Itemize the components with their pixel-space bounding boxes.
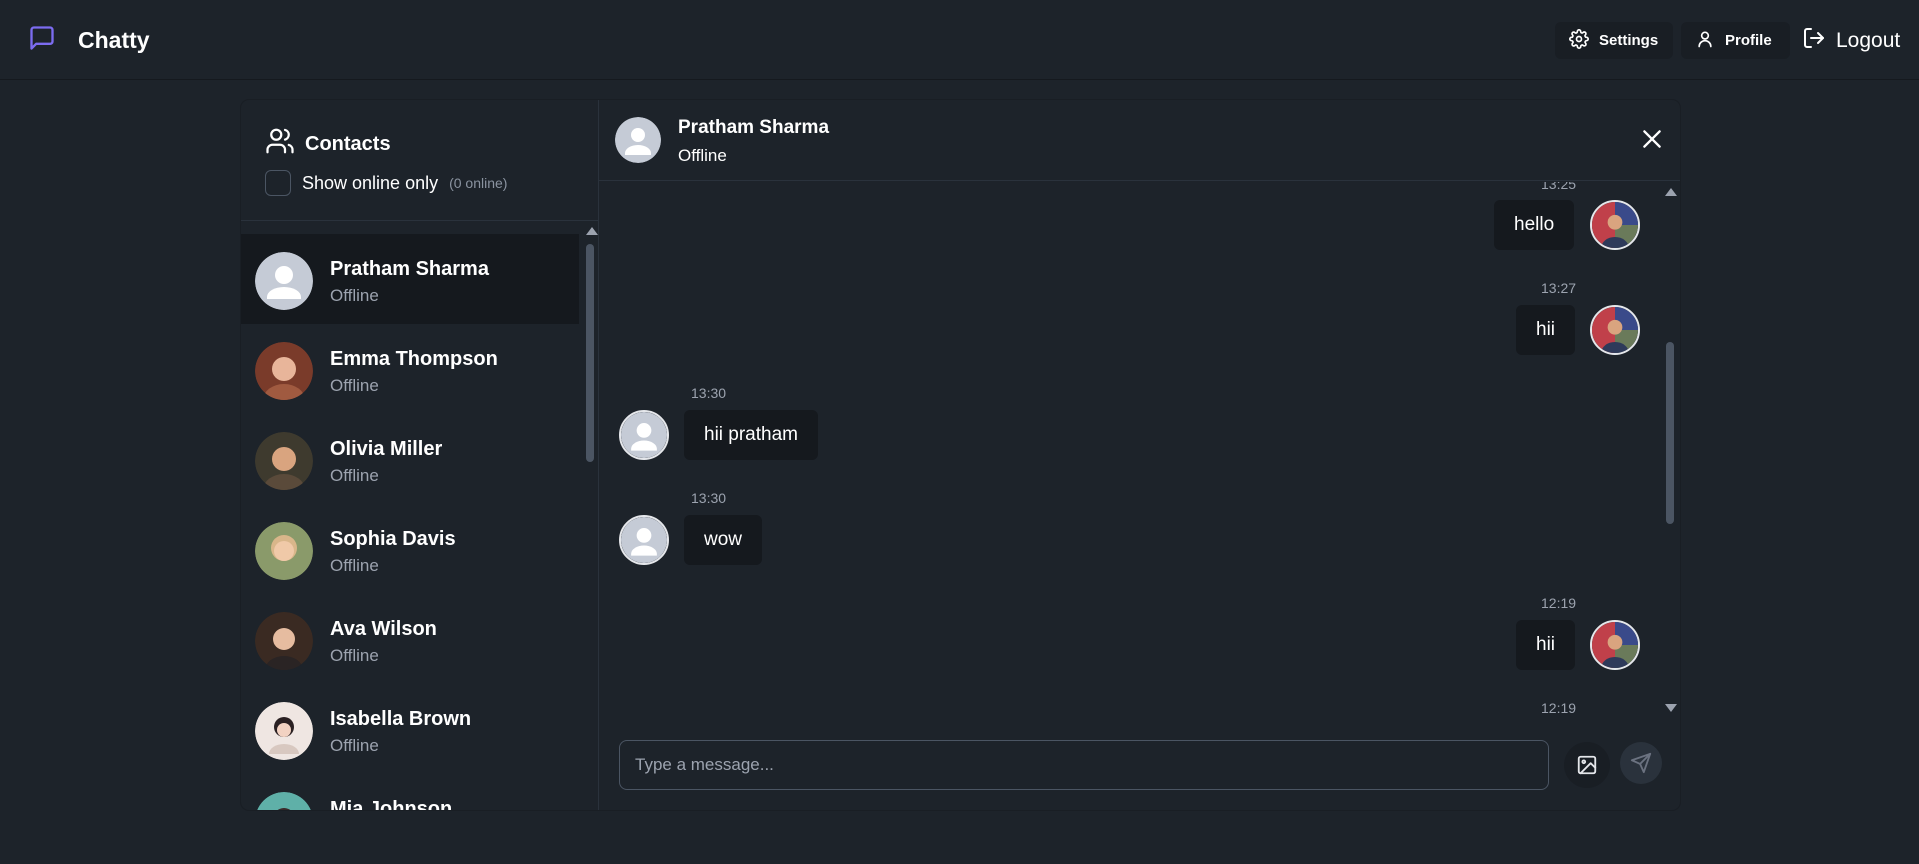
contact-status: Offline — [330, 376, 379, 395]
contact-item[interactable]: Mia Johnson — [241, 774, 579, 810]
close-icon[interactable] — [1639, 126, 1665, 152]
avatar — [1590, 620, 1640, 670]
contact-item[interactable]: Sophia Davis Offline — [241, 504, 579, 594]
brand[interactable]: Chatty — [28, 24, 150, 57]
contacts-sidebar: Contacts Show online only (0 online) Pra… — [241, 100, 599, 810]
message-composer — [599, 722, 1680, 810]
message-bubble: hello — [1494, 200, 1575, 250]
message-bubble: hii — [1516, 620, 1576, 670]
contact-name: Sophia Davis — [330, 528, 456, 550]
attach-image-button[interactable] — [1564, 742, 1610, 788]
online-only-checkbox[interactable] — [265, 170, 291, 196]
logout-icon — [1802, 26, 1826, 56]
message-list: 13:25 hello 13:27 hii 13:30 hii pratham … — [599, 182, 1680, 722]
default-avatar-icon — [615, 117, 661, 163]
avatar — [255, 522, 313, 580]
message-bubble: hii — [1516, 305, 1576, 355]
contact-status: Offline — [330, 466, 379, 485]
default-avatar-icon — [619, 515, 669, 565]
contact-item[interactable]: Isabella Brown Offline — [241, 684, 579, 774]
contact-list: Pratham Sharma Offline Emma Thompson Off… — [241, 234, 579, 810]
contact-name: Emma Thompson — [330, 348, 498, 370]
profile-label: Profile — [1725, 32, 1772, 49]
app-name: Chatty — [78, 27, 150, 53]
scroll-up-icon[interactable] — [1665, 188, 1677, 196]
contact-name: Mia Johnson — [330, 798, 453, 810]
scroll-down-icon[interactable] — [1665, 704, 1677, 712]
default-avatar-icon — [619, 410, 669, 460]
chat-contact-status: Offline — [678, 146, 727, 165]
online-only-label: Show online only — [302, 172, 439, 193]
message-time: 13:25 — [1541, 182, 1577, 192]
profile-button[interactable]: Profile — [1681, 22, 1790, 59]
chat-contact-name: Pratham Sharma — [678, 117, 830, 138]
gear-icon — [1569, 28, 1589, 53]
online-count: (0 online) — [449, 175, 508, 191]
settings-label: Settings — [1599, 32, 1659, 49]
avatar — [255, 342, 313, 400]
message-bubble: wow — [684, 515, 763, 565]
contact-status: Offline — [330, 646, 379, 665]
scroll-up-icon[interactable] — [586, 227, 598, 235]
contact-status: Offline — [330, 736, 379, 755]
message-time: 12:19 — [1541, 700, 1577, 716]
online-filter[interactable]: Show online only (0 online) — [265, 170, 507, 196]
avatar — [1590, 305, 1640, 355]
message-time: 13:30 — [691, 490, 727, 506]
logout-label: Logout — [1836, 29, 1901, 52]
send-button[interactable] — [1620, 742, 1662, 784]
users-icon — [265, 126, 295, 162]
avatar — [1590, 200, 1640, 250]
chat-container: Contacts Show online only (0 online) Pra… — [241, 100, 1680, 810]
contact-item[interactable]: Pratham Sharma Offline — [241, 234, 579, 324]
user-icon — [1695, 29, 1715, 53]
avatar — [255, 432, 313, 490]
message-bubble: hii pratham — [684, 410, 818, 460]
sidebar-header: Contacts Show online only (0 online) — [241, 100, 599, 221]
contacts-heading: Contacts — [265, 126, 391, 162]
contact-item[interactable]: Emma Thompson Offline — [241, 324, 579, 414]
contact-status: Offline — [330, 286, 379, 305]
contact-name: Ava Wilson — [330, 618, 437, 640]
contact-item[interactable]: Ava Wilson Offline — [241, 594, 579, 684]
scrollbar-thumb[interactable] — [586, 244, 594, 462]
default-avatar-icon — [255, 252, 313, 310]
contact-name: Olivia Miller — [330, 438, 443, 460]
send-icon — [1630, 752, 1652, 774]
chat-header: Pratham Sharma Offline — [599, 100, 1680, 181]
message-input[interactable] — [619, 740, 1549, 790]
logout-button[interactable]: Logout — [1802, 26, 1900, 56]
contact-item[interactable]: Olivia Miller Offline — [241, 414, 579, 504]
avatar — [257, 792, 311, 810]
message-time: 13:27 — [1541, 280, 1577, 296]
settings-button[interactable]: Settings — [1555, 22, 1673, 59]
message-time: 13:30 — [691, 385, 727, 401]
image-icon — [1577, 755, 1597, 775]
messages-scrollbar[interactable] — [1662, 182, 1678, 722]
contacts-scrollbar[interactable] — [582, 224, 598, 810]
contacts-title: Contacts — [305, 132, 391, 155]
message-time: 12:19 — [1541, 595, 1577, 611]
contact-name: Isabella Brown — [330, 708, 472, 730]
avatar — [255, 702, 313, 760]
contact-name: Pratham Sharma — [330, 258, 489, 280]
top-navbar: Chatty Settings Profile Logout — [0, 0, 1919, 80]
contact-status: Offline — [330, 556, 379, 575]
avatar — [255, 612, 313, 670]
chat-bubble-icon — [28, 24, 56, 57]
scrollbar-thumb[interactable] — [1666, 342, 1674, 524]
chat-panel: Pratham Sharma Offline 13:25 hello 13:27… — [599, 100, 1680, 810]
